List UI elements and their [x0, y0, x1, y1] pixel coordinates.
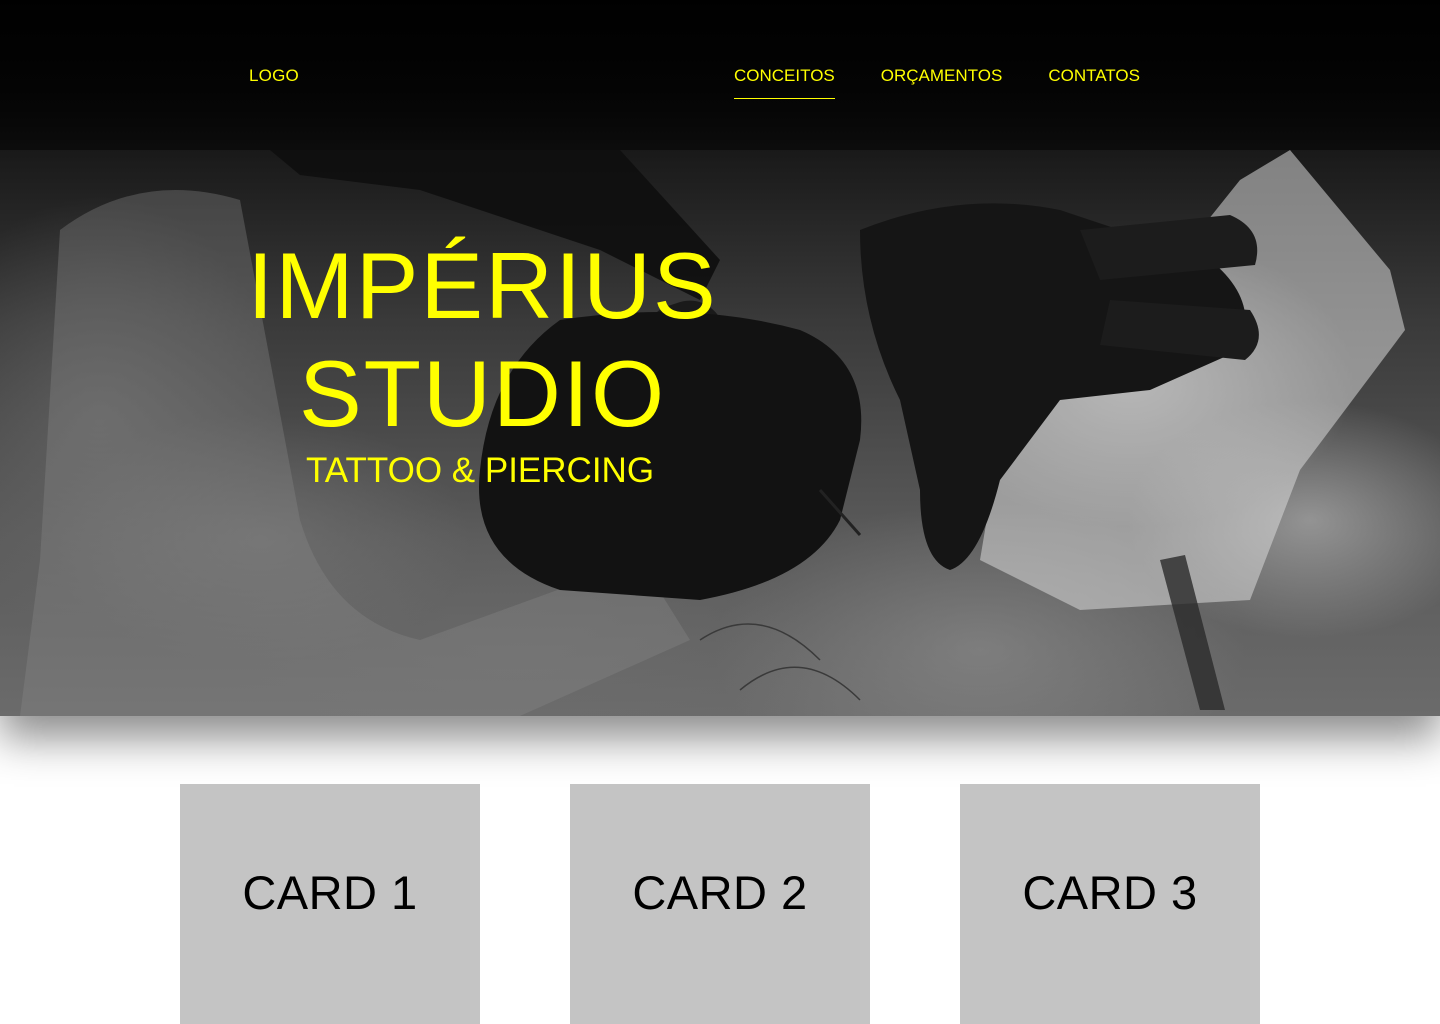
main-nav: CONCEITOS ORÇAMENTOS CONTATOS	[734, 66, 1140, 99]
header-overlay	[0, 0, 1440, 150]
card-1[interactable]: CARD 1	[180, 784, 480, 1024]
hero-title-line2: STUDIO	[298, 341, 667, 446]
hero-banner: LOGO CONCEITOS ORÇAMENTOS CONTATOS IMPÉR…	[0, 0, 1440, 716]
card-label: CARD 3	[1022, 866, 1198, 919]
card-label: CARD 1	[242, 866, 418, 919]
logo[interactable]: LOGO	[249, 66, 299, 86]
hero-title: IMPÉRIUS STUDIO	[240, 232, 725, 448]
nav-link-orcamentos[interactable]: ORÇAMENTOS	[881, 66, 1003, 99]
card-2[interactable]: CARD 2	[570, 784, 870, 1024]
card-3[interactable]: CARD 3	[960, 784, 1260, 1024]
hero-subtitle: TATTOO & PIERCING	[305, 451, 655, 490]
nav-link-conceitos[interactable]: CONCEITOS	[734, 66, 835, 99]
card-label: CARD 2	[632, 866, 808, 919]
hero-title-line1: IMPÉRIUS	[247, 233, 718, 338]
nav-link-contatos[interactable]: CONTATOS	[1048, 66, 1140, 99]
